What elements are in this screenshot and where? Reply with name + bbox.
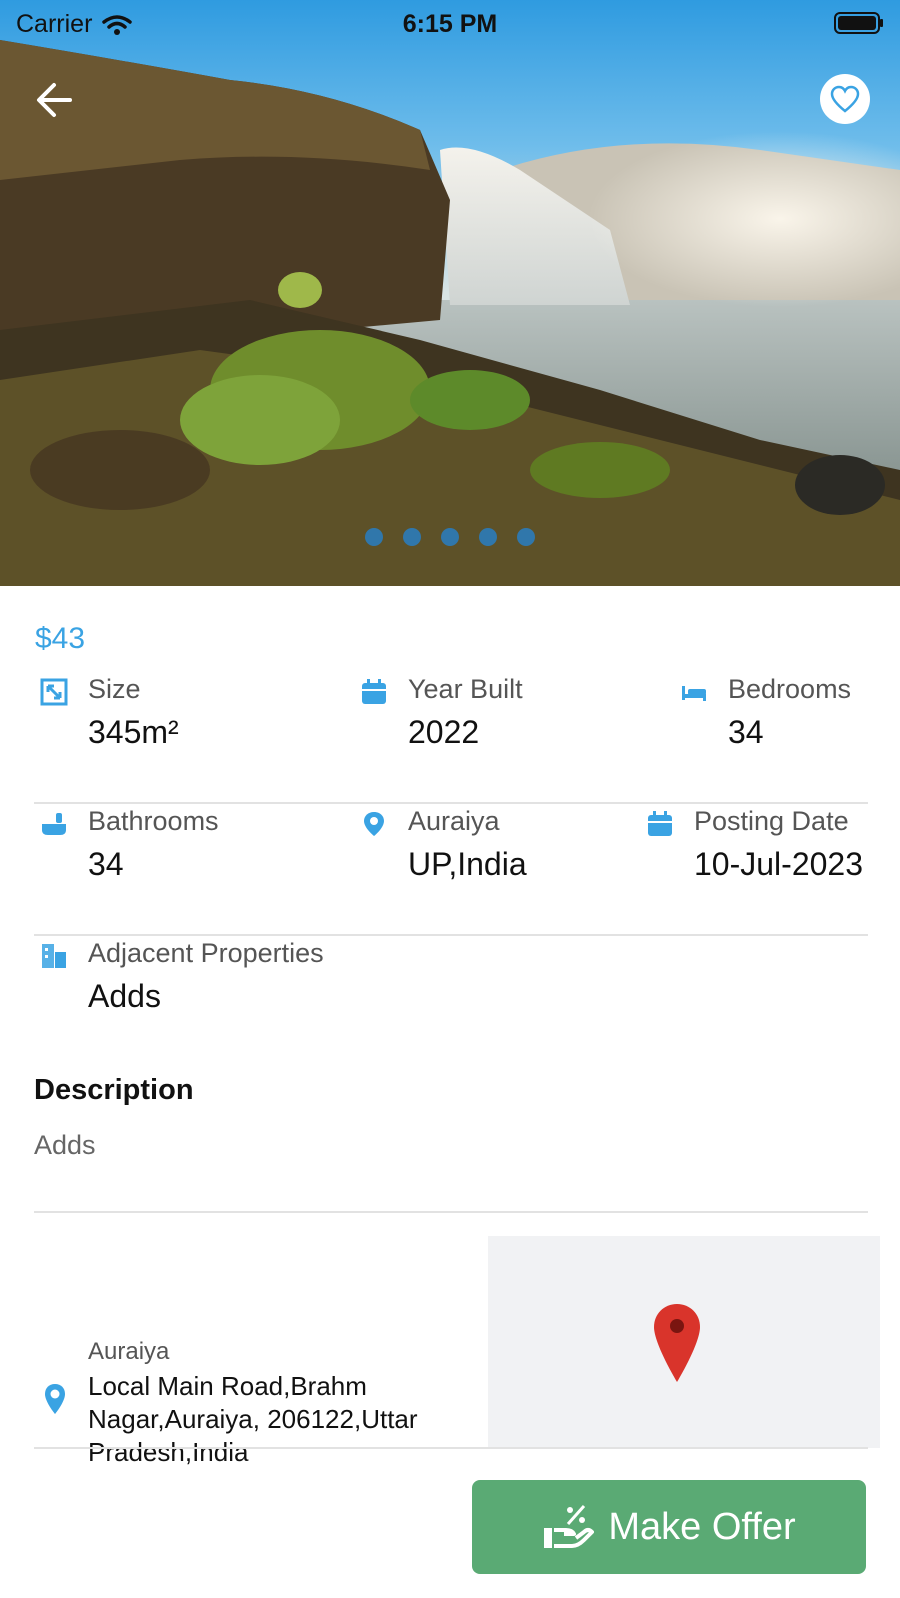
detail-value: UP,India <box>408 846 527 882</box>
waterfall-landscape-image <box>0 0 900 586</box>
detail-value: Adds <box>88 978 161 1014</box>
detail-label: Bedrooms <box>728 674 852 704</box>
detail-value: 34 <box>88 846 124 882</box>
divider <box>34 1211 868 1213</box>
detail-label: Adjacent Properties <box>88 938 324 968</box>
detail-value: 34 <box>728 714 764 750</box>
status-bar: Carrier 6:15 PM <box>0 0 900 48</box>
hero-image-carousel[interactable] <box>0 0 900 586</box>
detail-label: Year Built <box>408 674 523 704</box>
location-address: Local Main Road,Brahm Nagar,Auraiya, 206… <box>88 1371 418 1467</box>
detail-label: Bathrooms <box>88 806 219 836</box>
buildings-icon <box>42 944 66 968</box>
page-dot[interactable] <box>365 528 383 546</box>
location-title: Auraiya <box>88 1338 170 1365</box>
details-row: Bathrooms 34 Auraiya UP,India Posting Da… <box>34 804 868 936</box>
detail-label: Posting Date <box>694 806 849 836</box>
carousel-page-indicator <box>0 528 900 546</box>
page-dot[interactable] <box>441 528 459 546</box>
heart-icon <box>830 85 860 113</box>
favorite-heart-button[interactable] <box>820 74 870 124</box>
description-heading: Description <box>34 1074 194 1106</box>
location-pin-icon <box>45 1384 65 1414</box>
offer-hand-icon <box>544 1505 595 1548</box>
detail-label: Size <box>88 674 141 704</box>
make-offer-button[interactable]: Make Offer <box>472 1480 866 1574</box>
make-offer-label: Make Offer <box>608 1505 796 1548</box>
detail-value: 2022 <box>408 714 480 750</box>
calendar-icon <box>648 811 672 836</box>
price-label: $43 <box>35 622 86 655</box>
status-time: 6:15 PM <box>402 10 498 38</box>
detail-value: 10-Jul-2023 <box>694 846 863 882</box>
map-marker-icon <box>654 1304 700 1382</box>
resize-icon <box>40 678 68 706</box>
detail-value: 345m² <box>88 714 179 750</box>
bathtub-icon <box>42 813 66 835</box>
details-row: Adjacent Properties Adds <box>34 936 868 1066</box>
battery-icon <box>834 12 883 34</box>
divider <box>34 1447 868 1449</box>
description-text: Adds <box>34 1130 96 1160</box>
back-arrow-icon[interactable] <box>30 74 82 126</box>
location-pin-icon <box>364 812 384 836</box>
detail-label: Auraiya <box>408 806 500 836</box>
calendar-icon <box>362 679 386 704</box>
page-dot[interactable] <box>517 528 535 546</box>
map-view[interactable] <box>488 1236 880 1448</box>
bed-icon <box>682 686 706 701</box>
page-dot[interactable] <box>479 528 497 546</box>
details-row: Size 345m² Year Built 2022 Bedrooms 34 <box>34 672 868 804</box>
location-section: Auraiya Local Main Road,Brahm Nagar,Aura… <box>34 1236 880 1467</box>
page-dot[interactable] <box>403 528 421 546</box>
